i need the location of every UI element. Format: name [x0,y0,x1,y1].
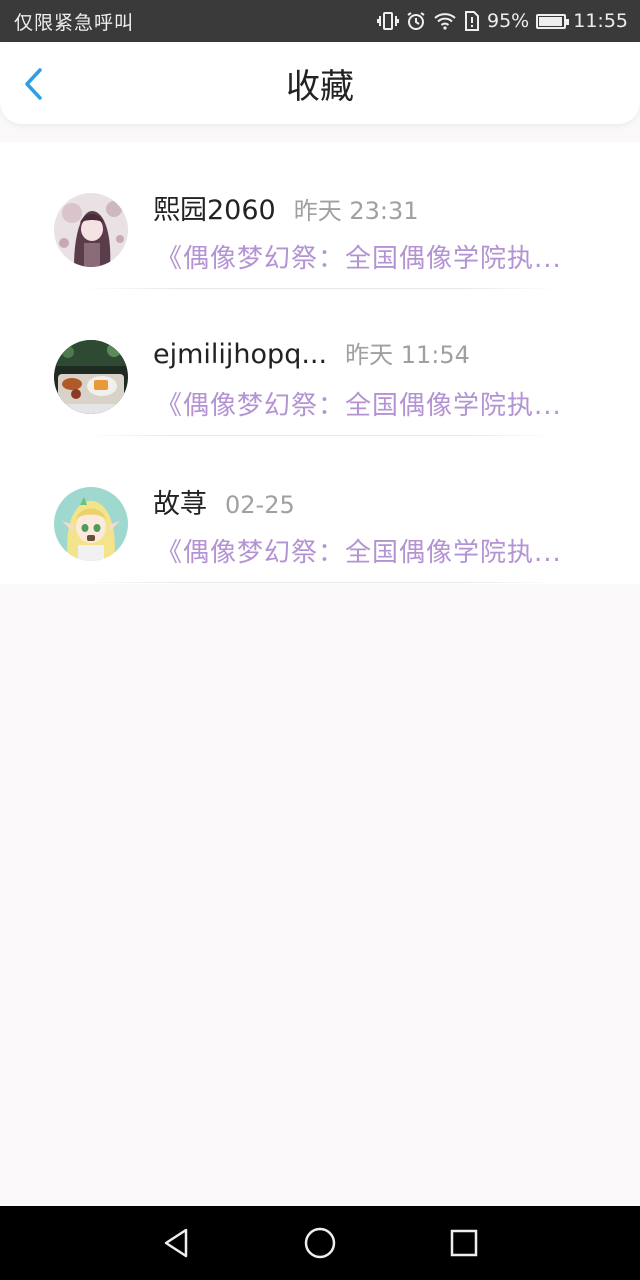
anime-girl-avatar[interactable] [54,193,128,267]
favorite-item[interactable]: 熙园2060 昨天 23:31 《偶像梦幻祭：全国偶像学院执... [0,142,640,289]
status-icons: 95% 11:55 [377,10,628,32]
timestamp: 02-25 [225,491,295,519]
item-header: ejmilijhopq... 昨天 11:54 [153,335,470,371]
divider [80,582,560,583]
favorite-item[interactable]: ejmilijhopq... 昨天 11:54 《偶像梦幻祭：全国偶像学院执..… [0,289,640,436]
content-preview[interactable]: 《偶像梦幻祭：全国偶像学院执... [156,385,586,422]
nav-home-button[interactable] [296,1219,344,1267]
alarm-icon [406,11,426,31]
elf-girl-avatar[interactable] [54,487,128,561]
back-button[interactable] [14,64,54,104]
timestamp: 昨天 23:31 [293,197,419,225]
item-header: 故荨 02-25 [153,482,295,520]
favorites-list: 熙园2060 昨天 23:31 《偶像梦幻祭：全国偶像学院执... ejmili… [0,142,640,584]
wifi-icon [433,11,457,31]
sim-icon [464,11,480,31]
header: 收藏 [0,42,640,124]
item-header: 熙园2060 昨天 23:31 [153,188,419,226]
favorite-item[interactable]: 故荨 02-25 《偶像梦幻祭：全国偶像学院执... [0,436,640,583]
user-name: 熙园2060 [153,195,276,226]
nav-recents-button[interactable] [440,1219,488,1267]
nav-back-button[interactable] [152,1219,200,1267]
status-bar: 仅限紧急呼叫 95% 11:55 [0,0,640,42]
carrier-text: 仅限紧急呼叫 [14,11,135,34]
back-triangle-icon [164,1228,188,1258]
content-preview[interactable]: 《偶像梦幻祭：全国偶像学院执... [156,238,586,275]
food-photo-avatar[interactable] [54,340,128,414]
timestamp: 昨天 11:54 [345,341,470,369]
user-name: ejmilijhopq... [153,339,328,370]
chevron-left-icon [25,68,42,100]
battery-icon [536,13,570,29]
content-preview[interactable]: 《偶像梦幻祭：全国偶像学院执... [156,532,586,569]
page-title: 收藏 [286,66,354,107]
user-name: 故荨 [153,489,207,520]
system-nav-bar [0,1206,640,1280]
vibrate-icon [377,11,399,31]
recents-square-icon [450,1229,478,1257]
battery-percent: 95% [487,10,530,32]
clock: 11:55 [573,10,628,32]
home-circle-icon [304,1227,336,1259]
favorites-screen: 仅限紧急呼叫 95% 11:55 收藏 熙园2060 昨天 23:31 《偶像梦… [0,0,640,1280]
